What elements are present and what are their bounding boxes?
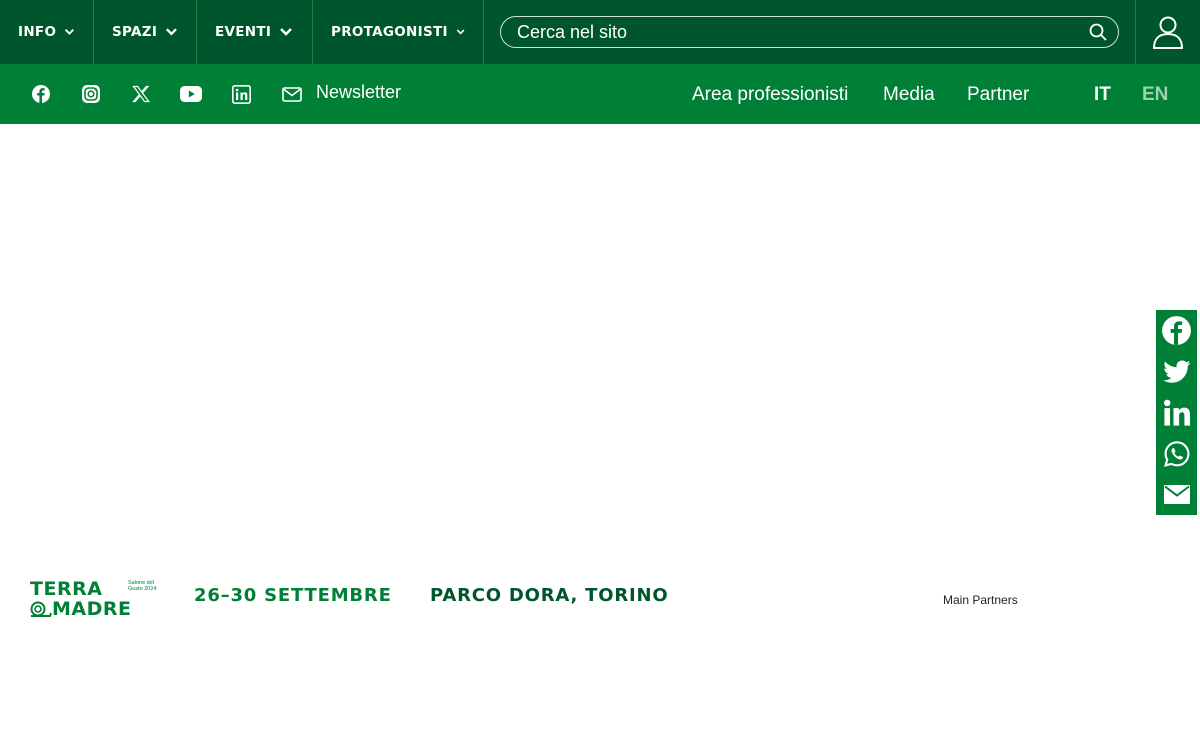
event-location: PARCO DORA, TORINO [430, 585, 669, 606]
share-whatsapp-button[interactable] [1156, 433, 1197, 474]
chevron-down-icon [280, 28, 293, 36]
whatsapp-icon [1163, 440, 1189, 467]
link-partner[interactable]: Partner [967, 64, 1029, 124]
search-icon[interactable] [1088, 22, 1108, 42]
user-icon [1152, 16, 1184, 49]
snail-icon [30, 601, 52, 617]
instagram-link[interactable] [78, 64, 104, 124]
link-media[interactable]: Media [883, 64, 935, 124]
share-linkedin-button[interactable] [1156, 392, 1197, 433]
link-area-professionisti[interactable]: Area professionisti [692, 64, 848, 124]
share-twitter-button[interactable] [1156, 351, 1197, 392]
main-navigation: INFO SPAZI EVENTI PROTAGONISTI [0, 0, 1200, 64]
chevron-down-icon [166, 28, 177, 36]
x-icon [132, 85, 150, 103]
youtube-link[interactable] [178, 64, 204, 124]
nav-eventi[interactable]: EVENTI [197, 0, 313, 64]
mail-icon [282, 86, 302, 102]
facebook-icon [32, 85, 50, 103]
linkedin-icon [231, 84, 251, 104]
share-email-button[interactable] [1156, 474, 1197, 515]
lang-it[interactable]: IT [1094, 64, 1111, 124]
youtube-icon [180, 86, 202, 102]
main-partners-label: Main Partners [943, 593, 1018, 607]
terra-madre-logo[interactable]: TERRA MADRE Salone del Gusto 2024 [30, 578, 158, 620]
instagram-icon [82, 85, 100, 103]
twitter-icon [1162, 359, 1190, 383]
nav-spazi[interactable]: SPAZI [94, 0, 197, 64]
nav-info-label: INFO [18, 24, 57, 40]
user-account-button[interactable] [1136, 0, 1200, 64]
chevron-down-icon [456, 29, 465, 35]
search-input[interactable] [517, 21, 1088, 43]
secondary-bar: Newsletter Area professionisti Media Par… [0, 64, 1200, 124]
nav-eventi-label: EVENTI [215, 24, 272, 40]
facebook-icon [1162, 316, 1191, 345]
nav-info[interactable]: INFO [0, 0, 94, 64]
event-dates: 26–30 SETTEMBRE [194, 585, 392, 606]
search-area [484, 0, 1136, 64]
logo-line2: MADRE [52, 598, 132, 620]
logo-line1: TERRA [30, 578, 103, 600]
x-link[interactable] [128, 64, 154, 124]
chevron-down-icon [65, 29, 75, 35]
facebook-link[interactable] [28, 64, 54, 124]
nav-protagonisti[interactable]: PROTAGONISTI [313, 0, 484, 64]
linkedin-icon [1163, 399, 1190, 426]
newsletter-link[interactable]: Newsletter [282, 64, 401, 124]
nav-protagonisti-label: PROTAGONISTI [331, 24, 448, 40]
newsletter-label: Newsletter [316, 81, 402, 102]
logo-tagline: Salone del Gusto 2024 [128, 580, 157, 592]
linkedin-link[interactable] [228, 64, 254, 124]
lang-en[interactable]: EN [1142, 64, 1168, 124]
search-box [500, 16, 1119, 48]
share-facebook-button[interactable] [1156, 310, 1197, 351]
nav-spazi-label: SPAZI [112, 24, 158, 40]
email-icon [1163, 485, 1190, 504]
